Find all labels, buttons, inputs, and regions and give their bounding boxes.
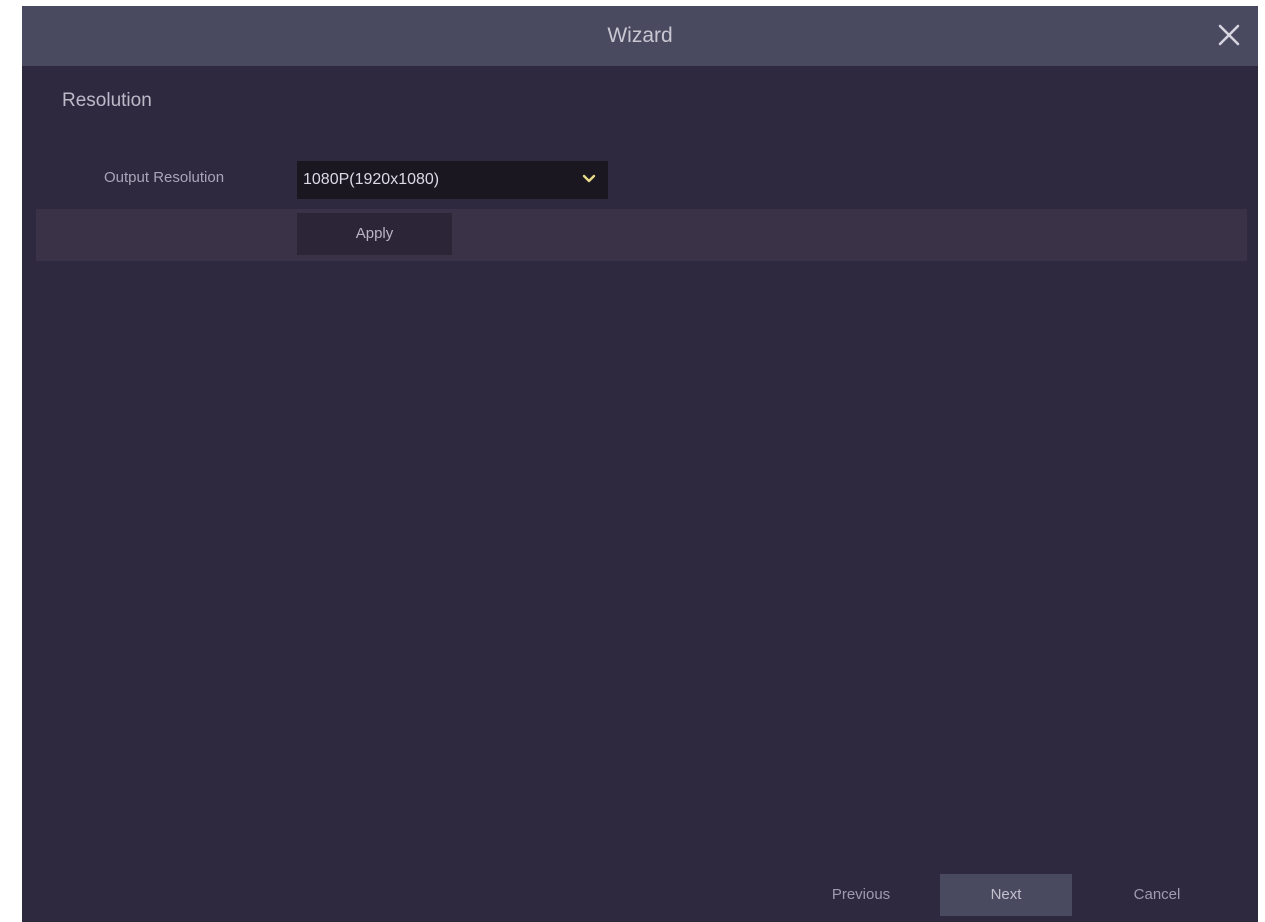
close-icon: [1218, 24, 1240, 46]
chevron-down-icon: [582, 174, 596, 183]
section-title: Resolution: [62, 90, 152, 111]
output-resolution-value: 1080P(1920x1080): [303, 171, 440, 188]
next-button[interactable]: Next: [940, 874, 1072, 916]
previous-button[interactable]: Previous: [806, 874, 916, 916]
dialog-title: Wizard: [607, 24, 673, 47]
output-resolution-select[interactable]: 1080P(1920x1080): [297, 161, 608, 199]
apply-button[interactable]: Apply: [297, 213, 452, 255]
close-button[interactable]: [1214, 20, 1244, 50]
title-bar: Wizard: [22, 6, 1258, 66]
apply-row-panel: [36, 209, 1247, 261]
cancel-button[interactable]: Cancel: [1102, 874, 1212, 916]
wizard-dialog: Wizard Resolution Output Resolution 1080…: [22, 6, 1258, 922]
output-resolution-label: Output Resolution: [104, 169, 225, 186]
